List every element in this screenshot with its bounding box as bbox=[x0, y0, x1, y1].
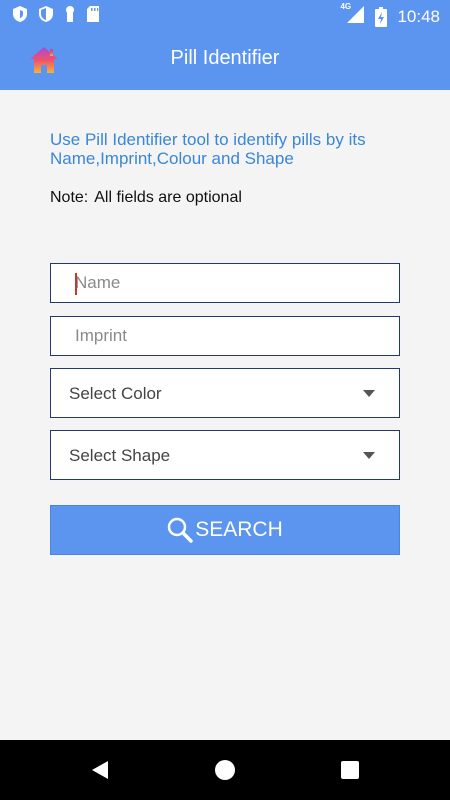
shape-select-label: Select Shape bbox=[69, 446, 171, 465]
note: Note: All fields are optional bbox=[50, 189, 242, 207]
battery-charging-icon bbox=[375, 6, 388, 27]
search-label: SEARCH bbox=[195, 518, 283, 541]
network-type: 4G bbox=[340, 2, 352, 11]
clock: 10:48 bbox=[397, 6, 440, 26]
navigation-bar bbox=[0, 740, 450, 800]
note-label: Note: bbox=[50, 189, 89, 206]
keyhole-icon bbox=[66, 6, 74, 22]
page-title: Pill Identifier bbox=[170, 47, 280, 69]
dropdown-arrow-icon bbox=[363, 452, 375, 459]
shield-half-icon bbox=[39, 6, 53, 22]
search-button[interactable]: SEARCH bbox=[50, 505, 400, 555]
sd-card-icon bbox=[87, 6, 99, 22]
name-field[interactable] bbox=[50, 263, 400, 303]
nav-home-icon[interactable] bbox=[215, 760, 235, 780]
dropdown-arrow-icon bbox=[363, 390, 375, 397]
recent-apps-icon[interactable] bbox=[341, 761, 359, 779]
shield-icon bbox=[13, 6, 27, 22]
intro-text: Use Pill Identifier tool to identify pil… bbox=[50, 130, 366, 168]
system-icons: 4G 10:48 bbox=[340, 2, 440, 29]
shape-select[interactable]: Select Shape bbox=[50, 430, 400, 480]
back-icon[interactable] bbox=[90, 760, 110, 780]
notification-icons bbox=[12, 5, 100, 23]
text-cursor bbox=[75, 273, 77, 295]
status-bar: 4G 10:48 bbox=[0, 0, 450, 30]
signal-indicator: 4G bbox=[340, 2, 365, 29]
app-bar: Pill Identifier bbox=[0, 30, 450, 90]
imprint-field[interactable] bbox=[50, 316, 400, 356]
search-icon bbox=[167, 517, 193, 543]
color-select-label: Select Color bbox=[69, 384, 162, 403]
imprint-input[interactable] bbox=[51, 317, 399, 355]
color-select[interactable]: Select Color bbox=[50, 368, 400, 418]
note-text: All fields are optional bbox=[94, 189, 242, 206]
name-input[interactable] bbox=[51, 264, 399, 302]
main-content: Use Pill Identifier tool to identify pil… bbox=[0, 90, 450, 740]
